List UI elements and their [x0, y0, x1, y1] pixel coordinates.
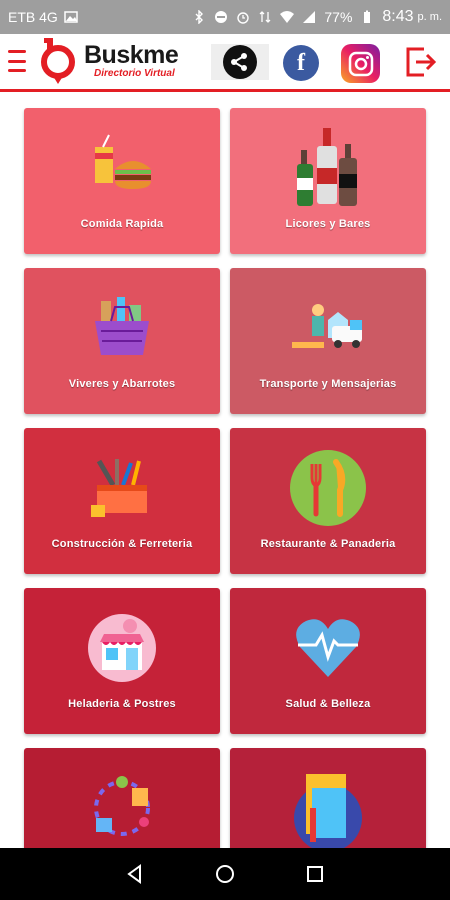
- category-card-licores-y-bares[interactable]: Licores y Bares: [230, 108, 426, 254]
- party-items-icon: [82, 768, 162, 848]
- category-label: Transporte y Mensajerias: [259, 378, 397, 390]
- category-label: Viveres y Abarrotes: [68, 378, 176, 390]
- wifi-icon: [280, 11, 295, 23]
- app-header: Buskme Directorio Virtual f: [0, 34, 450, 92]
- facebook-icon[interactable]: f: [283, 45, 319, 81]
- ice-cream-shop-icon: [82, 608, 162, 688]
- brand-tagline: Directorio Virtual: [94, 68, 175, 79]
- brand-name: Buskme: [84, 41, 179, 69]
- carrier-label: ETB 4G: [8, 9, 58, 25]
- transport-icon: [288, 288, 368, 368]
- clock-ampm: p. m.: [417, 11, 442, 23]
- fork-knife-icon: [288, 448, 368, 528]
- fast-food-icon: [82, 128, 162, 208]
- category-card-stationery[interactable]: [230, 748, 426, 858]
- logout-icon[interactable]: [402, 43, 440, 81]
- battery-percent: 77%: [324, 9, 353, 25]
- home-icon[interactable]: [214, 863, 236, 885]
- liquor-bottles-icon: [288, 128, 368, 208]
- share-icon: [223, 45, 257, 79]
- category-card-party[interactable]: [24, 748, 220, 858]
- category-label: Construcción & Ferreteria: [51, 538, 193, 550]
- image-notification-icon: [64, 11, 78, 23]
- alarm-icon: [237, 12, 250, 24]
- category-card-viveres-y-abarrotes[interactable]: Viveres y Abarrotes: [24, 268, 220, 414]
- category-label: Licores y Bares: [285, 218, 371, 230]
- category-card-construccion-ferreteria[interactable]: Construcción & Ferreteria: [24, 428, 220, 574]
- share-button[interactable]: [211, 44, 269, 80]
- recent-apps-icon[interactable]: [304, 863, 326, 885]
- buskme-logo-icon: [41, 38, 75, 84]
- grocery-basket-icon: [82, 288, 162, 368]
- category-card-transporte-y-mensajerias[interactable]: Transporte y Mensajerias: [230, 268, 426, 414]
- category-label: Comida Rapida: [80, 218, 164, 230]
- category-label: Restaurante & Panaderia: [260, 538, 396, 550]
- battery-icon: [364, 10, 371, 23]
- status-bar: ETB 4G 77% 8:43 p. m.: [0, 0, 450, 34]
- heart-pulse-icon: [288, 608, 368, 688]
- clock-time: 8:43: [382, 8, 414, 25]
- signal-icon: [303, 11, 316, 23]
- tools-box-icon: [82, 448, 162, 528]
- category-label: Heladeria & Postres: [68, 698, 176, 710]
- category-card-salud-belleza[interactable]: Salud & Belleza: [230, 588, 426, 734]
- category-card-restaurante-panaderia[interactable]: Restaurante & Panaderia: [230, 428, 426, 574]
- category-label: Salud & Belleza: [285, 698, 371, 710]
- bluetooth-icon: [195, 10, 204, 24]
- data-transfer-icon: [259, 11, 271, 23]
- category-card-comida-rapida[interactable]: Comida Rapida: [24, 108, 220, 254]
- brand: Buskme Directorio Virtual: [84, 41, 179, 80]
- back-icon[interactable]: [124, 863, 146, 885]
- instagram-icon[interactable]: [341, 44, 380, 83]
- do-not-disturb-icon: [215, 11, 228, 23]
- category-card-heladeria-postres[interactable]: Heladeria & Postres: [24, 588, 220, 734]
- stationery-icon: [288, 768, 368, 848]
- system-nav-bar: [0, 848, 450, 900]
- menu-icon[interactable]: [8, 50, 26, 72]
